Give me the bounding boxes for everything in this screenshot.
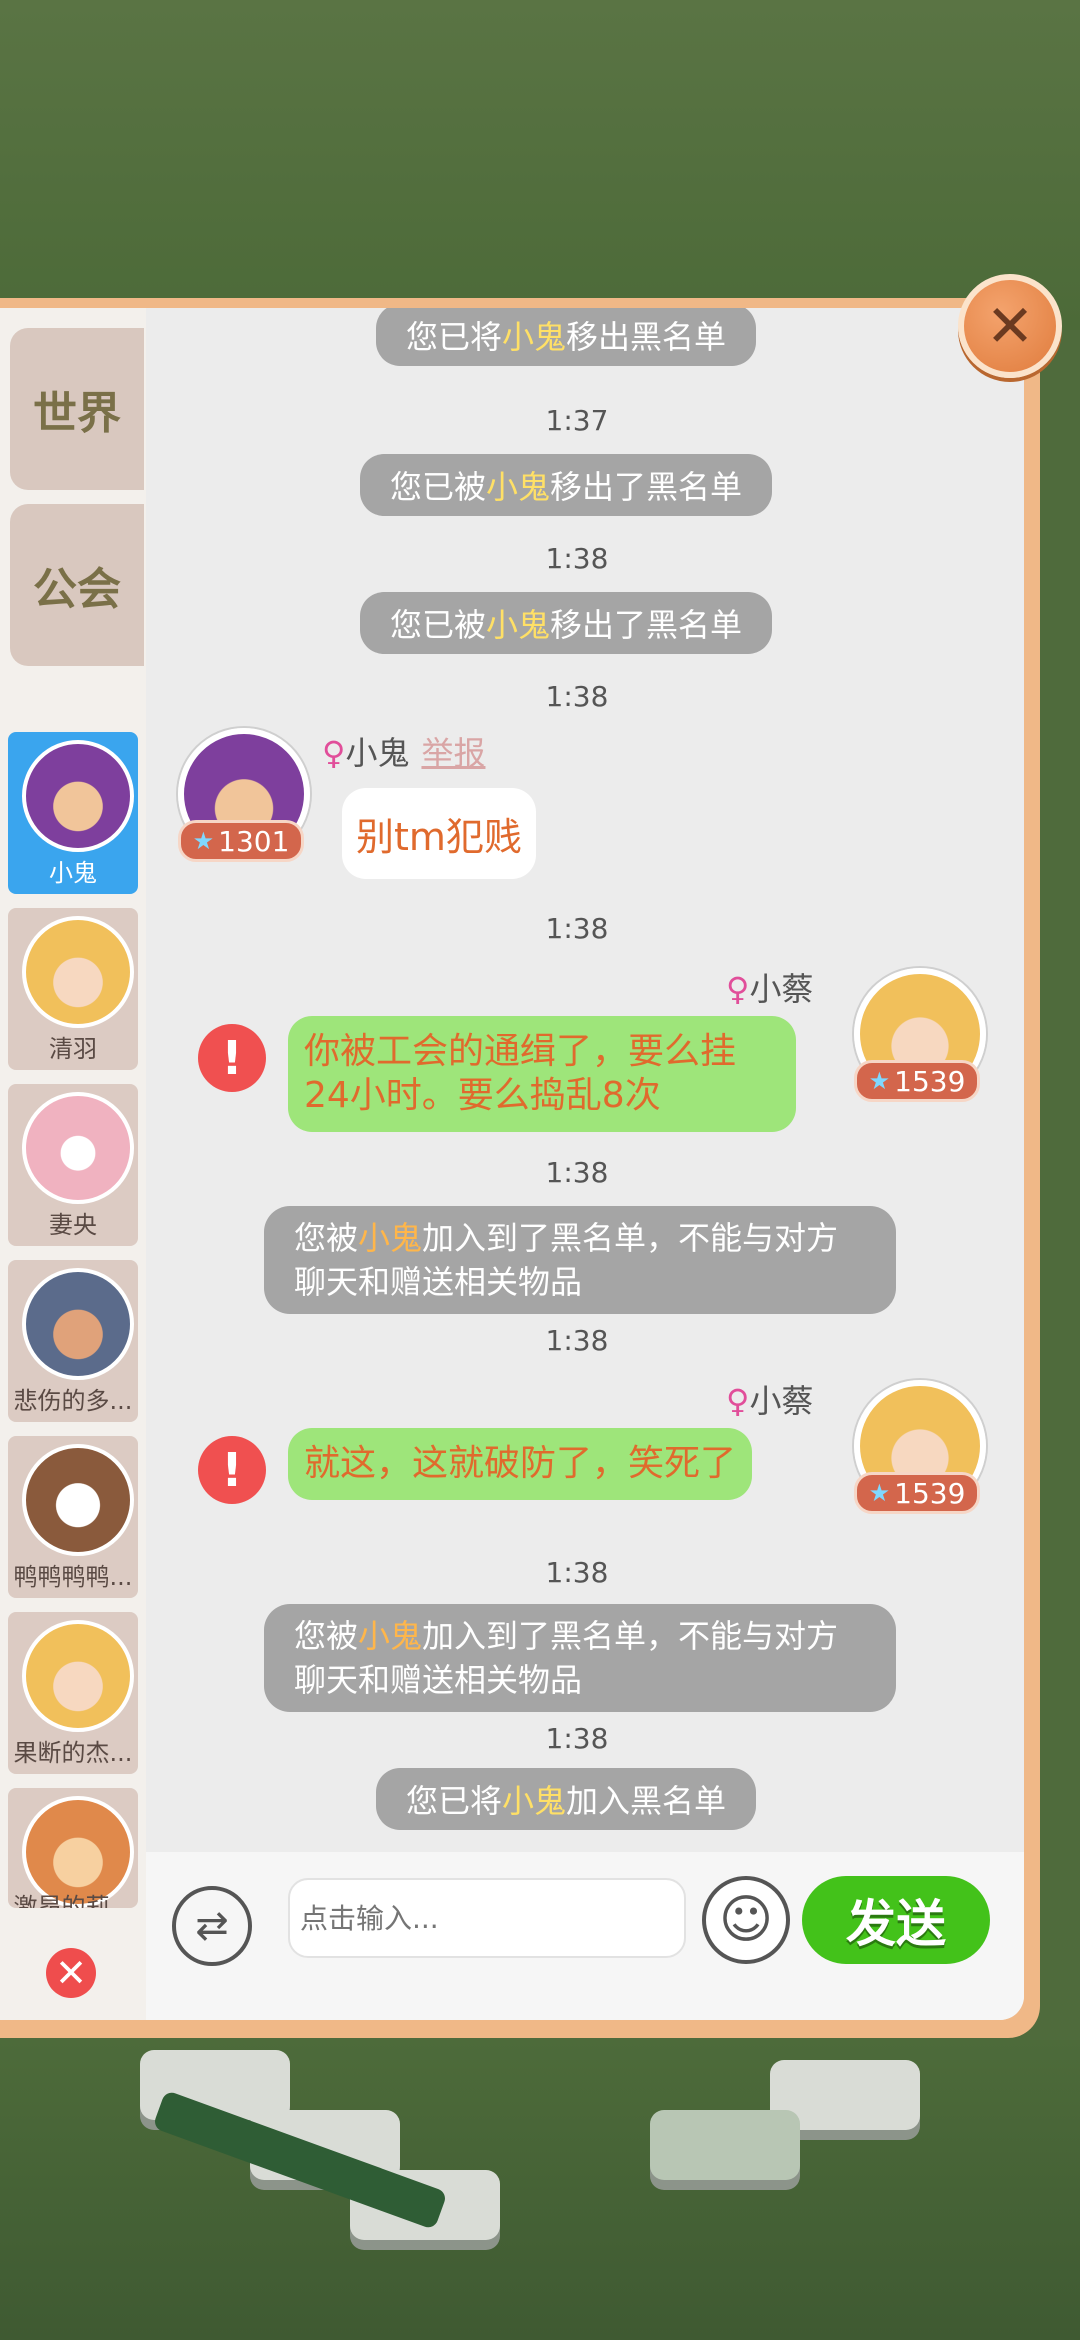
sender-line: ♀小蔡: [726, 1376, 813, 1422]
contact-item[interactable]: 果断的杰...: [8, 1612, 138, 1774]
system-message: 您被小鬼加入到了黑名单，不能与对方聊天和赠送相关物品: [264, 1604, 896, 1712]
contact-name: 妻央: [49, 1211, 97, 1239]
system-text: 移出了黑名单: [550, 606, 743, 644]
female-icon: ♀: [322, 734, 346, 772]
board-tile: [650, 2110, 800, 2180]
level-badge: ★ 1539: [854, 1472, 980, 1514]
avatar: [22, 1268, 134, 1380]
system-text: 您被: [294, 1219, 359, 1257]
chat-input[interactable]: [288, 1878, 686, 1958]
sender-name: 小鬼: [345, 734, 410, 772]
system-text: 您被: [294, 1617, 359, 1655]
star-icon: ★: [192, 827, 215, 855]
contact-name: 悲伤的多...: [13, 1387, 133, 1415]
sender-name: 小蔡: [749, 1382, 814, 1420]
contact-item[interactable]: 激昂的莉...: [8, 1788, 138, 1908]
avatar: [22, 916, 134, 1028]
level-value: 1301: [218, 824, 290, 858]
chat-panel-inner: 世界 公会 小鬼 清羽 妻央 悲伤的多... 鸭鸭鸭鸭... 果断的杰... 激…: [0, 308, 1024, 2020]
contact-name: 果断的杰...: [13, 1739, 133, 1767]
system-message: 您已将小鬼移出黑名单: [376, 308, 757, 366]
tab-world[interactable]: 世界: [10, 328, 144, 490]
system-message: 您已将小鬼加入黑名单: [376, 1768, 757, 1830]
message-bubble: 你被工会的通缉了，要么挂24小时。要么捣乱8次: [288, 1016, 796, 1132]
player-name: 小鬼: [358, 1219, 423, 1257]
system-message: 您已被小鬼移出了黑名单: [360, 592, 773, 654]
level-value: 1539: [894, 1064, 966, 1098]
timestamp: 1:38: [545, 1556, 609, 1589]
contact-item[interactable]: 鸭鸭鸭鸭...: [8, 1436, 138, 1598]
system-text: 加入黑名单: [566, 1782, 727, 1820]
system-message: 您已被小鬼移出了黑名单: [360, 454, 773, 516]
sidebar-close-icon[interactable]: ✕: [46, 1948, 96, 1998]
avatar: [22, 1620, 134, 1732]
timestamp: 1:38: [545, 1156, 609, 1189]
system-text: 移出了黑名单: [550, 468, 743, 506]
background-sky: [0, 0, 1080, 330]
chat-sidebar: 世界 公会 小鬼 清羽 妻央 悲伤的多... 鸭鸭鸭鸭... 果断的杰... 激…: [0, 308, 146, 2020]
chat-panel: 世界 公会 小鬼 清羽 妻央 悲伤的多... 鸭鸭鸭鸭... 果断的杰... 激…: [0, 298, 1040, 2038]
timestamp: 1:37: [545, 404, 609, 437]
chat-input-bar: ⇄ ☺ 发送: [146, 1852, 1024, 2020]
system-text: 您已将: [406, 1782, 503, 1820]
avatar: [22, 740, 134, 852]
system-text: 您已将: [406, 318, 503, 356]
close-icon[interactable]: ✕: [958, 274, 1062, 378]
contact-name: 鸭鸭鸭鸭...: [13, 1563, 133, 1591]
system-text: 移出黑名单: [566, 318, 727, 356]
warning-icon[interactable]: !: [198, 1436, 266, 1504]
sender-line: ♀小鬼 举报: [322, 728, 485, 774]
player-name: 小鬼: [502, 318, 567, 356]
contact-item[interactable]: 妻央: [8, 1084, 138, 1246]
sender-line: ♀小蔡: [726, 964, 813, 1010]
contact-item[interactable]: 小鬼: [8, 732, 138, 894]
contact-item[interactable]: 悲伤的多...: [8, 1260, 138, 1422]
level-value: 1539: [894, 1476, 966, 1510]
message-list[interactable]: 您已将小鬼移出黑名单 1:37 您已被小鬼移出了黑名单 1:38 您已被小鬼移出…: [146, 308, 1024, 1852]
send-button[interactable]: 发送: [802, 1876, 990, 1964]
player-name: 小鬼: [486, 606, 551, 644]
message-bubble: 别tm犯贱: [342, 788, 536, 879]
warning-icon[interactable]: !: [198, 1024, 266, 1092]
tab-guild[interactable]: 公会: [10, 504, 144, 666]
female-icon: ♀: [726, 1382, 750, 1420]
contact-name: 清羽: [49, 1035, 97, 1063]
avatar: [22, 1444, 134, 1556]
star-icon: ★: [868, 1479, 891, 1507]
message-bubble: 就这，这就破防了，笑死了: [288, 1428, 753, 1500]
report-link[interactable]: 举报: [421, 734, 485, 772]
system-text: 您已被: [390, 468, 487, 506]
star-icon: ★: [868, 1067, 891, 1095]
avatar: [22, 1092, 134, 1204]
timestamp: 1:38: [545, 912, 609, 945]
system-text: 您已被: [390, 606, 487, 644]
timestamp: 1:38: [545, 1324, 609, 1357]
contact-name: 小鬼: [49, 859, 97, 887]
level-badge: ★ 1539: [854, 1060, 980, 1102]
player-name: 小鬼: [486, 468, 551, 506]
contact-name: 激昂的莉...: [13, 1893, 133, 1908]
timestamp: 1:38: [545, 1722, 609, 1755]
emoji-icon[interactable]: ☺: [702, 1876, 790, 1964]
timestamp: 1:38: [545, 680, 609, 713]
swap-icon[interactable]: ⇄: [172, 1886, 252, 1966]
system-message: 您被小鬼加入到了黑名单，不能与对方聊天和赠送相关物品: [264, 1206, 896, 1314]
level-badge: ★ 1301: [178, 820, 304, 862]
sender-name: 小蔡: [749, 970, 814, 1008]
player-name: 小鬼: [502, 1782, 567, 1820]
timestamp: 1:38: [545, 542, 609, 575]
female-icon: ♀: [726, 970, 750, 1008]
player-name: 小鬼: [358, 1617, 423, 1655]
contact-item[interactable]: 清羽: [8, 908, 138, 1070]
